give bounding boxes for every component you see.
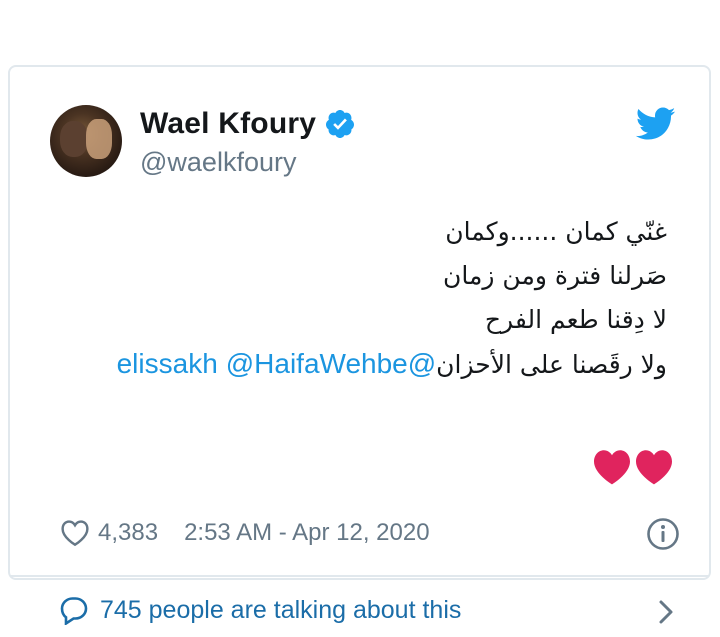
heart-outline-icon[interactable] [60, 519, 90, 547]
avatar-face [60, 121, 88, 157]
conversation-count-text[interactable]: 745 people are talking about this [100, 596, 461, 625]
divider [10, 575, 709, 577]
avatar[interactable] [50, 105, 122, 177]
author-name-row[interactable]: Wael Kfoury [140, 107, 356, 141]
tweet-line: غنّي كمان ......وكمان [445, 217, 667, 246]
tweet-meta-row: 4,383 2:53 AM - Apr 12, 2020 [60, 519, 430, 547]
tweet-line-with-mentions: ولا رقَصنا على الأحزان@elissakh @HaifaWe… [47, 342, 667, 387]
tweet-embed-card[interactable]: Wael Kfoury @waelkfoury غنّي كمان ......… [8, 65, 711, 625]
tweet-timestamp[interactable]: 2:53 AM - Apr 12, 2020 [184, 519, 430, 547]
tweet-line: لا دِقنا طعم الفرح [484, 305, 667, 334]
author-name[interactable]: Wael Kfoury [140, 107, 316, 141]
speech-bubble-icon [60, 597, 88, 625]
tweet-line: صَرلنا فترة ومن زمان [443, 261, 667, 290]
mention-link-haifawehbe[interactable]: @HaifaWehbe [226, 348, 408, 379]
red-heart-emoji [594, 450, 630, 485]
chevron-right-icon[interactable] [655, 597, 677, 627]
like-count[interactable]: 4,383 [98, 519, 158, 547]
conversation-link[interactable]: 745 people are talking about this [58, 595, 461, 625]
info-icon[interactable] [646, 517, 680, 551]
red-hearts-emoji [592, 449, 674, 485]
tweet-line: ولا رقَصنا على الأحزان [436, 350, 667, 379]
tweet-text: غنّي كمان ......وكمان صَرلنا فترة ومن زم… [47, 210, 667, 387]
verified-badge-icon [326, 110, 355, 138]
red-heart-emoji [636, 450, 672, 485]
author-handle[interactable]: @waelkfoury [140, 147, 296, 178]
twitter-bird-icon[interactable] [636, 107, 676, 141]
avatar-hand [86, 119, 112, 159]
